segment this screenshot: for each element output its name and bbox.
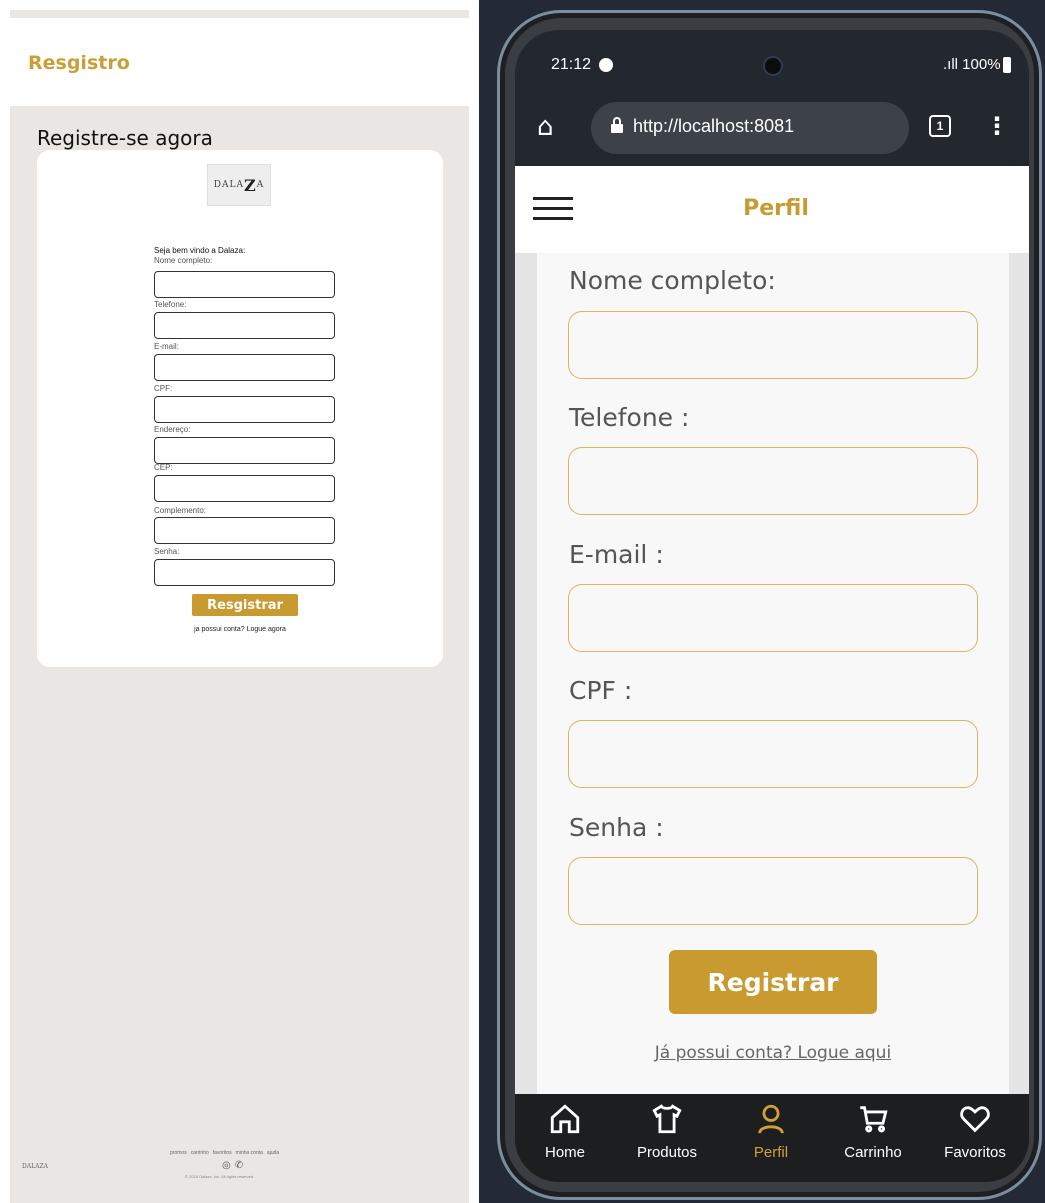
browser-menu-icon[interactable]: ⋮ [985, 112, 1009, 140]
password-label: Senha: [154, 547, 180, 556]
footer-link-favorites[interactable]: favoritos [213, 1150, 232, 1156]
bottom-nav: Home Produtos Perfil Carrinho Favoritos [515, 1094, 1029, 1182]
battery-icon [1003, 57, 1011, 73]
footer-link-account[interactable]: minha conta [236, 1150, 263, 1156]
footer-link-cart[interactable]: carrinho [191, 1150, 209, 1156]
register-button[interactable]: Resgistrar [192, 594, 298, 616]
login-link[interactable]: ja possui conta? Logue agora [37, 626, 443, 633]
register-card: DALA Z A Seja bem vindo a Dalaza: Nome com… [37, 150, 443, 667]
header-title: Resgistro [28, 52, 130, 74]
user-icon [721, 1102, 821, 1142]
login-link[interactable]: Já possui conta? Logue aqui [537, 1043, 1009, 1063]
footer-links: promos carrinho favoritos minha conta aj… [170, 1150, 330, 1156]
cart-icon [823, 1102, 923, 1142]
page-title: Registre-se agora [37, 126, 213, 150]
desktop-page: Resgistro Registre-se agora DALA Z A Seja … [10, 10, 469, 1203]
spotify-icon [599, 58, 613, 72]
lock-icon [611, 117, 623, 133]
tabs-icon[interactable]: 1 [929, 115, 951, 137]
app-title: Perfil [743, 196, 809, 221]
nav-home[interactable]: Home [515, 1102, 615, 1161]
status-bar: 21:12 .ıll 100% [515, 30, 1029, 102]
nav-favorites[interactable]: Favoritos [925, 1102, 1025, 1161]
whatsapp-icon[interactable]: ✆ [235, 1160, 243, 1171]
name-input[interactable] [568, 311, 978, 379]
address-input[interactable] [154, 437, 335, 464]
register-button[interactable]: Registrar [669, 950, 877, 1014]
cpf-label: CPF : [569, 676, 633, 705]
app-header: Perfil [515, 166, 1029, 253]
footer-copyright: © 2024 Dalaza, Inc. All rights reserved. [185, 1174, 255, 1179]
cpf-input[interactable] [154, 396, 335, 423]
name-input[interactable] [154, 271, 335, 298]
home-icon [515, 1102, 615, 1142]
dalaza-logo: DALA Z A [207, 164, 271, 206]
email-label: E-mail : [569, 540, 664, 569]
nav-products[interactable]: Produtos [617, 1102, 717, 1161]
shirt-icon [617, 1102, 717, 1142]
phone-input[interactable] [154, 312, 335, 339]
heart-icon [925, 1102, 1025, 1142]
address-label: Endereço: [154, 425, 191, 434]
desktop-header: Resgistro [10, 18, 469, 106]
password-input[interactable] [568, 857, 978, 925]
email-input[interactable] [154, 354, 335, 381]
front-camera [763, 56, 783, 76]
cpf-input[interactable] [568, 720, 978, 788]
phone-label: Telefone: [154, 300, 187, 309]
signal-battery: .ıll 100% [943, 56, 1001, 73]
complement-label: Complemento: [154, 506, 207, 515]
address-bar[interactable]: http://localhost:8081 [591, 102, 909, 154]
email-input[interactable] [568, 584, 978, 652]
password-input[interactable] [154, 559, 335, 586]
app-view: Perfil Nome completo: Telefone : E-mail … [515, 166, 1029, 1096]
nav-profile[interactable]: Perfil [721, 1102, 821, 1161]
footer-link-promos[interactable]: promos [170, 1150, 187, 1156]
phone-input[interactable] [568, 447, 978, 515]
cpf-label: CPF: [154, 384, 173, 393]
cep-label: CEP: [154, 463, 173, 472]
name-label: Nome completo: [569, 266, 776, 295]
nav-cart[interactable]: Carrinho [823, 1102, 923, 1161]
cep-input[interactable] [154, 475, 335, 502]
instagram-icon[interactable]: ◎ [222, 1160, 231, 1171]
profile-form: Nome completo: Telefone : E-mail : CPF :… [537, 253, 1009, 1096]
email-label: E-mail: [154, 342, 179, 351]
complement-input[interactable] [154, 517, 335, 544]
desktop-pane: Resgistro Registre-se agora DALA Z A Seja … [0, 0, 479, 1203]
url-text: http://localhost:8081 [633, 116, 795, 136]
browser-toolbar: ⌂ http://localhost:8081 1 ⋮ [515, 102, 1029, 166]
status-time: 21:12 [551, 56, 592, 73]
footer-link-help[interactable]: ajuda [267, 1150, 279, 1156]
browser-home-icon[interactable]: ⌂ [537, 112, 554, 142]
name-label: Nome completo: [154, 256, 213, 265]
footer-social: ◎ ✆ [222, 1160, 243, 1171]
welcome-text: Seja bem vindo a Dalaza: [154, 246, 246, 255]
phone-screen: 21:12 .ıll 100% ⌂ http://localhost:8081 … [515, 30, 1029, 1182]
footer-logo: DALAZA [22, 1162, 48, 1170]
phone-label: Telefone : [569, 403, 690, 432]
password-label: Senha : [569, 813, 664, 842]
